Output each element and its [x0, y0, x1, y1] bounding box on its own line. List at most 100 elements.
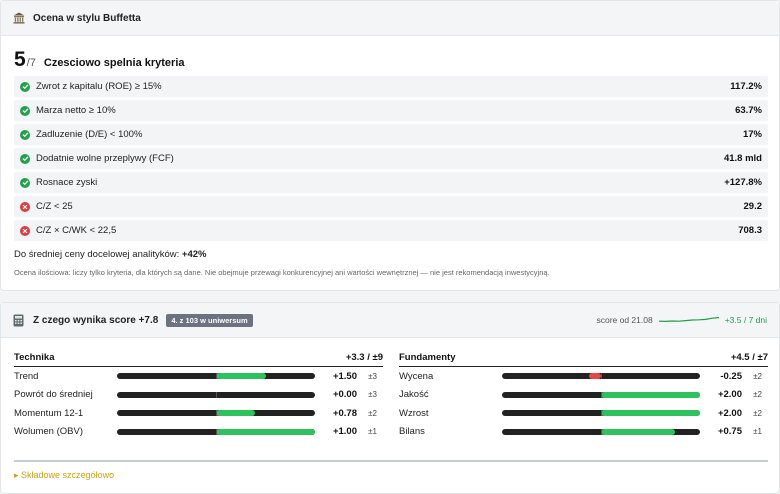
technika-column: Technika +3.3 / ±9 Trend +1.50 ±3 Powrót do… — [14, 349, 383, 441]
bank-icon — [13, 12, 27, 24]
check-icon — [20, 129, 30, 140]
criterion-label: C/Z × C/WK < 22,5 — [36, 225, 117, 236]
technika-total: +3.3 / ±9 — [345, 352, 383, 363]
score-row-range: ±2 — [753, 408, 762, 418]
score-row-name: Bilans — [399, 426, 425, 438]
score-row-value: +1.00 — [332, 426, 357, 438]
criterion-row: Dodatnie wolne przeplywy (FCF) 41.8 mld — [14, 148, 768, 169]
score-row: Momentum 12-1 +0.78 ±2 — [14, 404, 383, 423]
criterion-row: Marza netto ≥ 10% 63.7% — [14, 100, 768, 121]
score-since: score od 21.08 — [596, 315, 653, 325]
score-row-name: Trend — [14, 370, 39, 382]
score-columns: Technika +3.3 / ±9 Trend +1.50 ±3 Powrót do… — [14, 349, 768, 441]
score-bar-midline — [601, 391, 602, 398]
technika-title: Technika — [14, 352, 55, 363]
score-bar-fill — [601, 391, 700, 398]
score-row-name: Wzrost — [399, 407, 429, 419]
score-bar-fill — [601, 410, 700, 417]
buffett-card: Ocena w stylu Buffetta 5 /7 Czesciowo sp… — [0, 0, 780, 291]
check-icon — [20, 177, 30, 188]
score-bar-midline — [601, 410, 602, 417]
target-value: +42% — [181, 249, 207, 260]
criterion-row: Zwrot z kapitalu (ROE) ≥ 15% 117.2% — [14, 76, 768, 97]
score-row-name: Jakość — [399, 389, 429, 401]
score-row-range: ±1 — [368, 427, 377, 437]
score-sparkline — [658, 317, 719, 323]
score-bar-midline — [601, 428, 602, 435]
criterion-value: 17% — [742, 129, 762, 140]
score-row-range: ±2 — [368, 408, 377, 418]
criterion-label: Zadluzenie (D/E) < 100% — [36, 129, 143, 140]
score-row-name: Wolumen (OBV) — [14, 426, 83, 438]
criterion-row: C/Z < 25 29.2 — [14, 196, 768, 217]
criteria-list: Zwrot z kapitalu (ROE) ≥ 15% 117.2% Marza … — [14, 76, 768, 244]
technika-header: Technika +3.3 / ±9 — [14, 349, 383, 367]
analyst-target: Do średniej ceny docelowej analityków: +… — [14, 249, 206, 260]
criterion-label: Marza netto ≥ 10% — [36, 105, 116, 116]
score-row-name: Momentum 12-1 — [14, 407, 84, 419]
score-row: Trend +1.50 ±3 — [14, 367, 383, 386]
score-bar — [502, 373, 700, 380]
score-row: Wolumen (OBV) +1.00 ±1 — [14, 423, 383, 442]
score-row: Powrót do średniej +0.00 ±3 — [14, 386, 383, 405]
score-row: Wycena -0.25 ±2 — [399, 367, 768, 386]
score-row-name: Powrót do średniej — [14, 389, 93, 401]
score-row-value: +0.00 — [332, 389, 357, 401]
score-row: Jakość +2.00 ±2 — [399, 386, 768, 405]
criterion-label: Zwrot z kapitalu (ROE) ≥ 15% — [36, 81, 162, 92]
buffett-card-header: Ocena w stylu Buffetta — [1, 1, 779, 36]
score-bar-midline — [216, 373, 217, 380]
score-row-range: ±3 — [368, 390, 377, 400]
fundamenty-column: Fundamenty +4.5 / ±7 Wycena -0.25 ±2 Jakość… — [399, 349, 768, 441]
score-row: Bilans +0.75 ±1 — [399, 423, 768, 442]
score-delta: +3.5 / 7 dni — [724, 315, 767, 325]
fundamenty-header: Fundamenty +4.5 / ±7 — [399, 349, 768, 367]
score-bar-midline — [216, 391, 217, 398]
score-verdict: Czesciowo spelnia kryteria — [43, 57, 185, 69]
details-toggle-link[interactable]: ▸ Składowe szczegółowo — [14, 470, 114, 481]
divider — [14, 460, 768, 462]
criterion-row: C/Z × C/WK < 22,5 708.3 — [14, 220, 768, 241]
score-bar-fill — [216, 428, 315, 435]
criterion-label: C/Z < 25 — [36, 201, 73, 212]
score-bar — [117, 391, 315, 398]
fundamenty-total: +4.5 / ±7 — [730, 352, 768, 363]
check-icon — [20, 81, 30, 92]
criterion-label: Rosnace zyski — [36, 177, 98, 188]
criterion-label: Dodatnie wolne przeplywy (FCF) — [36, 153, 174, 164]
score-row-value: +2.00 — [717, 389, 742, 401]
criterion-value: 63.7% — [735, 105, 762, 116]
score-bar-fill — [588, 373, 601, 380]
score-bar-midline — [216, 410, 217, 417]
score-bar — [117, 373, 315, 380]
calculator-icon — [13, 314, 27, 327]
score-bar-fill — [601, 428, 676, 435]
score-row-name: Wycena — [399, 370, 434, 382]
score-bar-midline — [601, 373, 602, 380]
score-row-range: ±1 — [753, 427, 762, 437]
score-row-value: +0.75 — [717, 426, 742, 438]
score-bar-midline — [216, 428, 217, 435]
criterion-row: Zadluzenie (D/E) < 100% 17% — [14, 124, 768, 145]
check-icon — [20, 105, 30, 116]
score-row-value: +1.50 — [332, 370, 357, 382]
check-icon — [20, 153, 30, 164]
score-trend: score od 21.08 +3.5 / 7 dni — [596, 314, 767, 326]
score-bar — [117, 410, 315, 417]
score-bar — [502, 410, 700, 417]
cross-icon — [20, 225, 30, 236]
criterion-value: +127.8% — [724, 177, 762, 188]
score-bar-fill — [216, 373, 266, 380]
score-title: Z czego wynika score +7.8 — [33, 314, 159, 326]
score-row-value: -0.25 — [720, 370, 742, 382]
score-row-value: +0.78 — [332, 407, 357, 419]
score-denominator: /7 — [26, 57, 36, 69]
sparkline-path — [658, 317, 719, 323]
score-row-range: ±2 — [753, 390, 762, 400]
score-card-header: Z czego wynika score +7.8 4. z 103 w uni… — [1, 303, 779, 338]
cross-icon — [20, 201, 30, 212]
buffett-score: 5 /7 Czesciowo spelnia kryteria — [14, 48, 185, 72]
rank-badge: 4. z 103 w uniwersum — [166, 313, 253, 327]
criterion-value: 41.8 mld — [723, 153, 762, 164]
criterion-value: 117.2% — [730, 81, 762, 92]
